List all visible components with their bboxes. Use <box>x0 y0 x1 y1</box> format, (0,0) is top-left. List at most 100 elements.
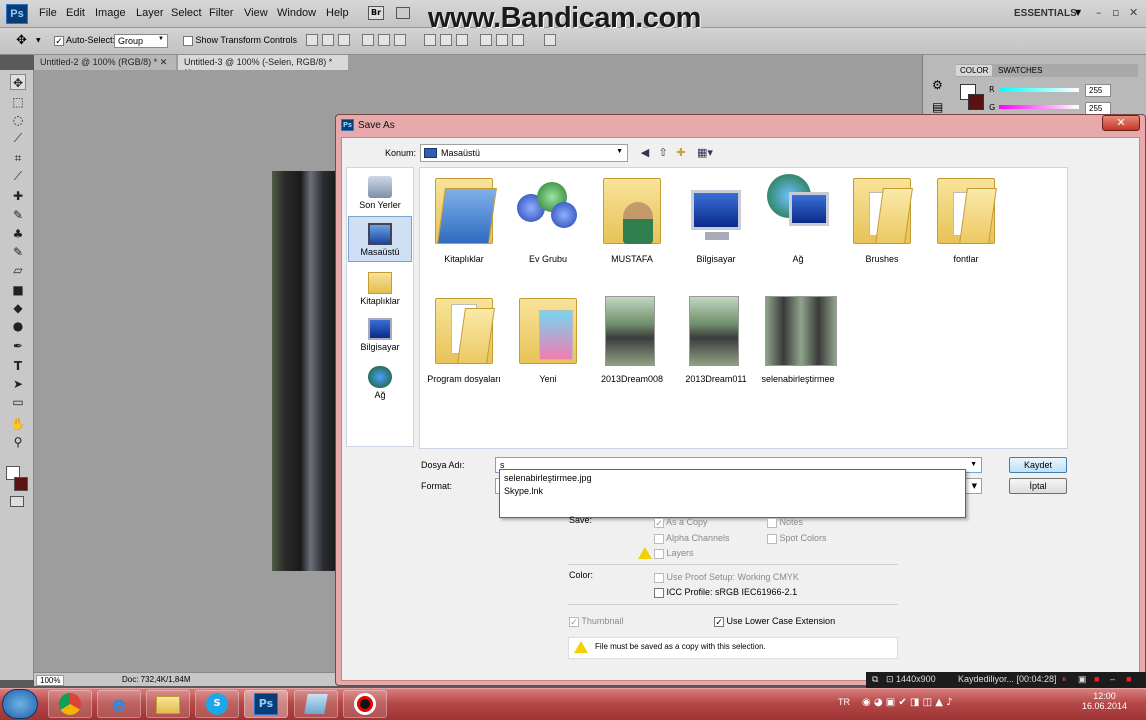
taskbar-bandicam[interactable] <box>343 690 387 718</box>
screen-mode-icon[interactable] <box>396 7 410 19</box>
dodge-tool-icon[interactable]: ● <box>10 318 26 334</box>
shape-tool-icon[interactable]: ▭ <box>10 394 26 410</box>
resize-icon[interactable]: ⧉ <box>872 674 878 685</box>
r-slider[interactable] <box>999 88 1079 92</box>
minimize-icon[interactable]: – <box>1110 674 1115 684</box>
as-copy-checkbox[interactable]: ✓ As a Copy <box>654 517 708 528</box>
dialog-close-button[interactable]: ✕ <box>1102 115 1140 131</box>
restore-icon[interactable]: ▫ <box>1112 6 1119 19</box>
menu-layer[interactable]: Layer <box>136 7 164 19</box>
alpha-channels-checkbox[interactable]: Alpha Channels <box>654 533 730 544</box>
path-select-tool-icon[interactable]: ➤ <box>10 376 26 392</box>
mini-bridge-icon[interactable]: ⚙ <box>932 78 943 92</box>
r-value-field[interactable]: 255 <box>1085 84 1111 97</box>
clock[interactable]: 12:00 16.06.2014 <box>1082 691 1127 711</box>
cancel-button[interactable]: İptal <box>1009 478 1067 494</box>
menu-view[interactable]: View <box>244 7 268 19</box>
up-folder-icon[interactable]: ⇧ <box>656 146 670 160</box>
move-tool-icon[interactable]: ✥ <box>16 33 27 48</box>
record-icon[interactable]: ■ <box>1094 674 1099 684</box>
taskbar-ie[interactable]: e <box>97 690 141 718</box>
align-bottom-icon[interactable] <box>338 34 350 46</box>
notes-checkbox[interactable]: Notes <box>767 517 803 528</box>
place-desktop[interactable]: Masaüstü <box>348 216 412 262</box>
marquee-tool-icon[interactable]: ⬚ <box>10 94 26 110</box>
taskbar-explorer[interactable] <box>146 690 190 718</box>
align-top-icon[interactable] <box>306 34 318 46</box>
tab-untitled-2[interactable]: Untitled-2 @ 100% (RGB/8) * ✕ <box>34 55 176 70</box>
blur-tool-icon[interactable]: ◆ <box>10 300 26 316</box>
place-libraries[interactable]: Kitaplıklar <box>348 266 412 312</box>
chevron-down-icon[interactable]: ▼ <box>1075 8 1081 17</box>
proof-setup-checkbox[interactable]: Use Proof Setup: Working CMYK <box>654 572 799 583</box>
layers-checkbox[interactable]: Layers <box>654 548 694 559</box>
file-item[interactable]: Brushes <box>841 172 923 282</box>
autocomplete-item[interactable]: Skype.lnk <box>500 483 965 496</box>
auto-select-checkbox[interactable]: ✓ Auto-Select: <box>54 35 115 46</box>
show-transform-checkbox[interactable]: Show Transform Controls <box>183 35 297 46</box>
clone-stamp-tool-icon[interactable]: ♣ <box>10 226 26 242</box>
auto-align-icon[interactable] <box>544 34 556 46</box>
file-item[interactable]: fontlar <box>925 172 1007 282</box>
minimize-icon[interactable]: – <box>1096 6 1102 19</box>
align-center-icon[interactable] <box>378 34 390 46</box>
spot-colors-checkbox[interactable]: Spot Colors <box>767 533 827 544</box>
crop-tool-icon[interactable]: ⌗ <box>10 150 26 166</box>
zoom-level[interactable]: 100% <box>36 675 65 686</box>
close-icon[interactable]: ✕ <box>1129 6 1138 19</box>
background-color-swatch[interactable] <box>968 94 984 110</box>
menu-image[interactable]: Image <box>95 7 126 19</box>
brush-tool-icon[interactable]: ✎ <box>10 207 26 223</box>
menu-window[interactable]: Window <box>277 7 316 19</box>
file-item[interactable]: Yeni <box>507 292 589 402</box>
quick-select-tool-icon[interactable]: ⟋ <box>10 130 26 146</box>
taskbar-skype[interactable]: S <box>195 690 239 718</box>
taskbar-notes[interactable] <box>294 690 338 718</box>
back-icon[interactable]: ◀ <box>638 146 652 160</box>
distribute-top-icon[interactable] <box>424 34 436 46</box>
camera-icon[interactable]: ▣ <box>1078 674 1087 685</box>
chevron-down-icon[interactable]: ▼ <box>36 37 41 44</box>
taskbar-photoshop[interactable]: Ps <box>244 690 288 718</box>
gradient-tool-icon[interactable]: ■ <box>10 282 26 298</box>
tab-color[interactable]: COLOR <box>956 65 993 76</box>
start-button[interactable] <box>2 689 38 719</box>
file-item[interactable]: selenabirleştirmee <box>757 292 839 402</box>
file-item[interactable]: Bilgisayar <box>675 172 757 282</box>
healing-brush-tool-icon[interactable]: ✚ <box>10 188 26 204</box>
file-item[interactable]: Program dosyaları <box>423 292 505 402</box>
g-slider[interactable] <box>999 105 1079 109</box>
move-tool-icon[interactable]: ✥ <box>10 74 26 90</box>
background-color-swatch[interactable] <box>14 477 28 491</box>
file-item[interactable]: 2013Dream008 <box>591 292 673 402</box>
file-item[interactable]: 2013Dream011 <box>675 292 757 402</box>
align-middle-icon[interactable] <box>322 34 334 46</box>
tab-swatches[interactable]: SWATCHES <box>994 65 1046 76</box>
autocomplete-item[interactable]: selenabirleştirmee.jpg <box>500 470 965 483</box>
distribute-left-icon[interactable] <box>480 34 492 46</box>
close-icon[interactable]: ✕ <box>160 57 168 67</box>
place-network[interactable]: Ağ <box>348 360 412 406</box>
workspace-switcher[interactable]: ESSENTIALS <box>1014 8 1077 19</box>
pause-icon[interactable]: ⏸ <box>1062 674 1067 685</box>
eyedropper-tool-icon[interactable]: ⟋ <box>10 168 26 184</box>
lower-case-extension-checkbox[interactable]: ✓ Use Lower Case Extension <box>714 616 835 627</box>
align-left-icon[interactable] <box>362 34 374 46</box>
location-dropdown[interactable]: Masaüstü ▼ <box>420 144 628 162</box>
lasso-tool-icon[interactable]: ◌ <box>10 112 26 128</box>
menu-edit[interactable]: Edit <box>66 7 85 19</box>
menu-filter[interactable]: Filter <box>209 7 233 19</box>
distribute-bottom-icon[interactable] <box>456 34 468 46</box>
type-tool-icon[interactable]: T <box>10 358 26 374</box>
file-item[interactable]: Ev Grubu <box>507 172 589 282</box>
menu-help[interactable]: Help <box>326 7 349 19</box>
file-item[interactable]: Kitaplıklar <box>423 172 505 282</box>
save-button[interactable]: Kaydet <box>1009 457 1067 473</box>
distribute-middle-icon[interactable] <box>440 34 452 46</box>
pen-tool-icon[interactable]: ✒ <box>10 338 26 354</box>
zoom-tool-icon[interactable]: ⚲ <box>10 434 26 450</box>
eraser-tool-icon[interactable]: ▱ <box>10 262 26 278</box>
quick-mask-icon[interactable] <box>10 496 24 507</box>
file-item[interactable]: MUSTAFA <box>591 172 673 282</box>
bridge-button[interactable]: Br <box>368 6 384 20</box>
